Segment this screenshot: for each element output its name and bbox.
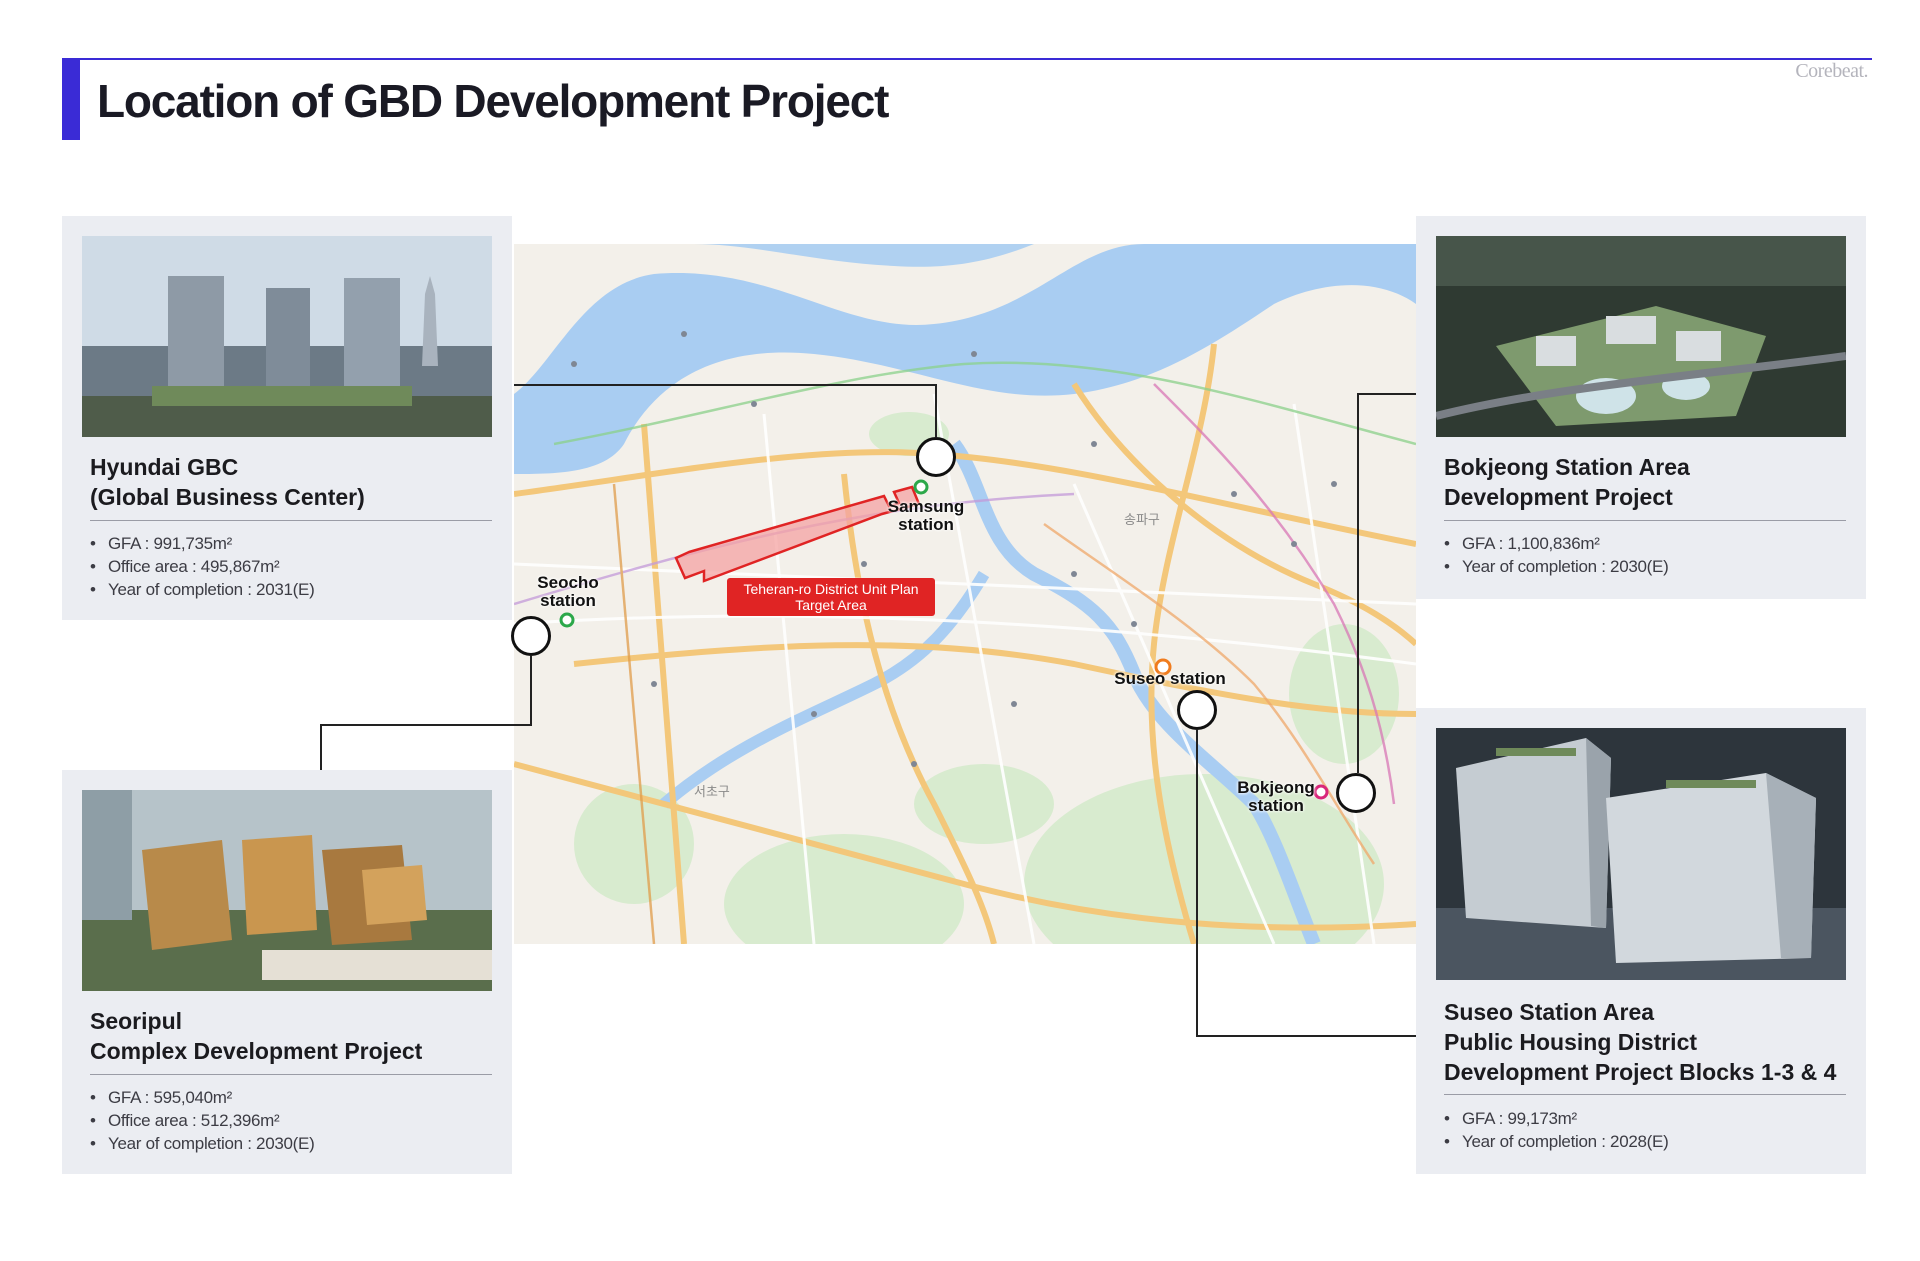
suseo-card: Suseo Station Area Public Housing Distri… xyxy=(1416,708,1866,1174)
district-label-seocho: 서초구 xyxy=(694,785,730,800)
page-title: Location of GBD Development Project xyxy=(97,75,889,127)
bokjeong-divider xyxy=(1444,520,1846,521)
suseo-photo xyxy=(1436,728,1846,980)
stat-gfa: GFA : 991,735m² xyxy=(90,532,314,555)
hyundai-gbc-photo xyxy=(82,236,492,437)
suseo-title: Suseo Station Area Public Housing Distri… xyxy=(1444,999,1837,1085)
district-label-songpa: 송파구 xyxy=(1124,513,1160,528)
stat-completion: Year of completion : 2031(E) xyxy=(90,578,315,601)
suseo-divider xyxy=(1444,1094,1846,1095)
hyundai-gbc-title: Hyundai GBC (Global Business Center) xyxy=(90,454,365,510)
bokjeong-stats: GFA : 1,100,836m² Year of completion : 2… xyxy=(1444,532,1669,578)
seoripul-stats: GFA : 595,040m² Office area : 512,396m² … xyxy=(90,1086,315,1155)
hyundai-gbc-card: Hyundai GBC (Global Business Center) GFA… xyxy=(62,216,512,620)
samsung-station-dot xyxy=(913,479,929,495)
bokjeong-station-marker[interactable] xyxy=(1336,773,1376,813)
seoripul-title: Seoripul Complex Development Project xyxy=(90,1008,423,1064)
suseo-stats: GFA : 99,173m² Year of completion : 2028… xyxy=(1444,1107,1669,1153)
map-area[interactable]: 송파구 서초구 xyxy=(514,244,1416,944)
seoripul-card: Seoripul Complex Development Project GFA… xyxy=(62,770,512,1174)
hyundai-gbc-divider xyxy=(90,520,492,521)
connector-seoripul xyxy=(320,656,532,772)
bokjeong-card: Bokjeong Station Area Development Projec… xyxy=(1416,216,1866,599)
stat-completion: Year of completion : 2030(E) xyxy=(90,1132,315,1155)
samsung-station-label: Samsung station xyxy=(887,497,965,534)
seoripul-divider xyxy=(90,1074,492,1075)
stat-office-area: Office area : 495,867m² xyxy=(90,555,314,578)
title-accent-bar xyxy=(62,58,80,140)
stat-gfa: GFA : 1,100,836m² xyxy=(1444,532,1668,555)
brand-logo: Corebeat. xyxy=(1795,60,1868,82)
seocho-station-dot xyxy=(559,612,575,628)
seocho-station-label: Seocho station xyxy=(537,573,599,610)
stat-gfa: GFA : 595,040m² xyxy=(90,1086,314,1109)
suseo-station-label: Suseo station xyxy=(1114,669,1226,688)
stat-completion: Year of completion : 2030(E) xyxy=(1444,555,1669,578)
samsung-station-marker[interactable] xyxy=(916,437,956,477)
bokjeong-photo xyxy=(1436,236,1846,437)
bokjeong-title: Bokjeong Station Area Development Projec… xyxy=(1444,454,1690,510)
suseo-station-marker[interactable] xyxy=(1177,690,1217,730)
stat-office-area: Office area : 512,396m² xyxy=(90,1109,314,1132)
seoripul-photo xyxy=(82,790,492,991)
hyundai-gbc-stats: GFA : 991,735m² Office area : 495,867m² … xyxy=(90,532,315,601)
target-area-label: Teheran-ro District Unit Plan Target Are… xyxy=(727,578,935,616)
stat-gfa: GFA : 99,173m² xyxy=(1444,1107,1668,1130)
stat-completion: Year of completion : 2028(E) xyxy=(1444,1130,1669,1153)
seoul-map: 송파구 서초구 xyxy=(514,244,1416,944)
bokjeong-station-label: Bokjeong station xyxy=(1237,778,1315,815)
header-rule xyxy=(62,58,1872,60)
seocho-station-marker[interactable] xyxy=(511,616,551,656)
